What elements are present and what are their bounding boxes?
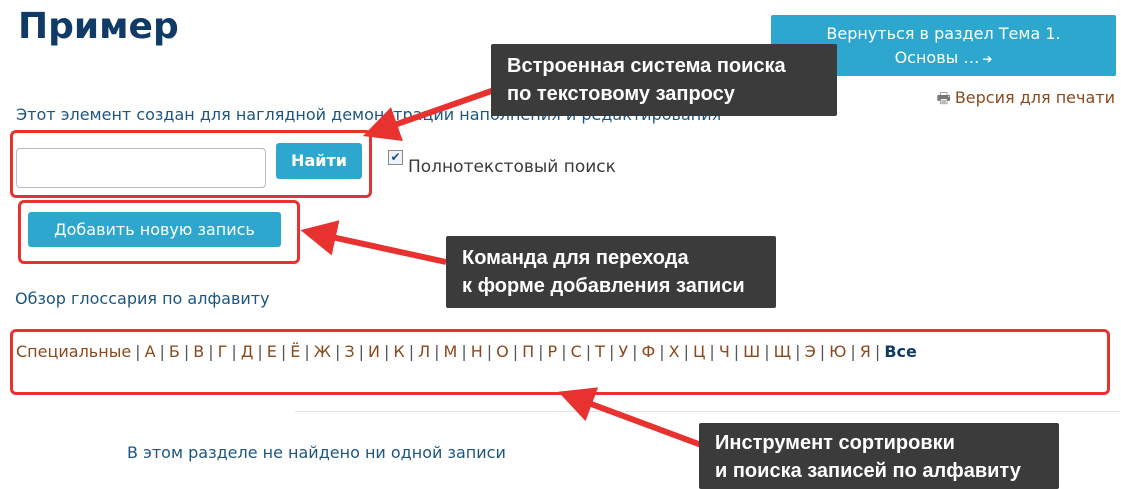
alphabet-separator: | — [208, 342, 214, 361]
alphabet-separator: | — [135, 342, 141, 361]
alphabet-separator: | — [659, 342, 665, 361]
add-entry-button[interactable]: Добавить новую запись — [28, 212, 281, 247]
search-callout-line1: Встроенная система поиска — [507, 55, 786, 77]
alphabet-index: Специальные | А | Б | В | Г | Д | Е | Ё | Ж | З | И | К | Л | М | Н |… — [16, 338, 1106, 366]
alphabet-arrow — [558, 387, 706, 449]
alphabet-callout: Инструмент сортировки и поиска записей п… — [699, 423, 1059, 489]
alphabet-separator: | — [304, 342, 310, 361]
alphabet-separator: | — [850, 342, 856, 361]
alphabet-separator: | — [608, 342, 615, 361]
alphabet-separator: | — [408, 342, 415, 361]
alphabet-separator: | — [538, 342, 544, 361]
alphabet-letter-М[interactable]: М — [444, 342, 458, 361]
alphabet-separator: | — [461, 342, 467, 361]
alphabet-letter-Ф[interactable]: Ф — [641, 342, 655, 361]
alphabet-all[interactable]: Все — [884, 342, 917, 361]
alphabet-letter-Е[interactable]: Е — [267, 342, 277, 361]
printer-icon: 🖶 — [936, 89, 951, 107]
alphabet-letter-З[interactable]: З — [344, 342, 354, 361]
alphabet-separator: | — [159, 342, 165, 361]
alphabet-letter-У[interactable]: У — [618, 342, 628, 361]
alphabet-letter-В[interactable]: В — [193, 342, 204, 361]
alphabet-separator: | — [334, 342, 341, 361]
alphabet-separator: | — [512, 342, 519, 361]
alphabet-letter-Ё[interactable]: Ё — [290, 342, 300, 361]
alphabet-callout-line1: Инструмент сортировки — [715, 432, 955, 454]
alphabet-separator: | — [257, 342, 263, 361]
alphabet-separator: | — [183, 342, 190, 361]
alphabet-separator: | — [709, 342, 715, 361]
empty-message: В этом разделе не найдено ни одной запис… — [127, 443, 506, 462]
alphabet-letter-Г[interactable]: Г — [218, 342, 228, 361]
add-entry-callout: Команда для перехода к форме добавления … — [446, 236, 776, 308]
glossary-browse-heading: Обзор глоссария по алфавиту — [15, 289, 270, 308]
alphabet-letter-Ю[interactable]: Ю — [829, 342, 846, 361]
alphabet-separator: | — [561, 342, 567, 361]
alphabet-separator: | — [632, 342, 638, 361]
alphabet-letter-Х[interactable]: Х — [669, 342, 680, 361]
fulltext-label: Полнотекстовый поиск — [408, 157, 616, 177]
alphabet-letter-Т[interactable]: Т — [595, 342, 605, 361]
alphabet-letter-Б[interactable]: Б — [169, 342, 180, 361]
alphabet-letter-О[interactable]: О — [496, 342, 509, 361]
alphabet-letter-П[interactable]: П — [522, 342, 534, 361]
alphabet-letter-special[interactable]: Специальные — [16, 342, 131, 361]
alphabet-separator: | — [874, 342, 881, 361]
sign-in-icon: ➔ — [982, 52, 993, 66]
alphabet-letter-Д[interactable]: Д — [241, 342, 254, 361]
alphabet-letter-Я[interactable]: Я — [860, 342, 871, 361]
alphabet-separator: | — [764, 342, 770, 361]
fulltext-checkbox[interactable]: ✔ — [388, 150, 403, 165]
alphabet-letter-К[interactable]: К — [393, 342, 404, 361]
alphabet-separator: | — [683, 342, 689, 361]
search-button[interactable]: Найти — [276, 143, 362, 179]
search-input[interactable] — [16, 148, 266, 188]
search-callout: Встроенная система поиска по текстовому … — [491, 44, 837, 116]
back-button-label-line1: Вернуться в раздел Тема 1. — [826, 24, 1061, 43]
alphabet-letter-Э[interactable]: Э — [805, 342, 816, 361]
alphabet-letter-Щ[interactable]: Щ — [774, 342, 792, 361]
alphabet-letter-Л[interactable]: Л — [418, 342, 430, 361]
alphabet-letter-Н[interactable]: Н — [471, 342, 483, 361]
alphabet-separator: | — [383, 342, 390, 361]
add-callout-line1: Команда для перехода — [462, 247, 689, 269]
alphabet-letter-Ж[interactable]: Ж — [314, 342, 331, 361]
alphabet-separator: | — [733, 342, 740, 361]
alphabet-separator: | — [280, 342, 287, 361]
alphabet-letter-Р[interactable]: Р — [548, 342, 558, 361]
alphabet-separator: | — [585, 342, 592, 361]
divider — [295, 411, 1120, 412]
alphabet-letter-И[interactable]: И — [368, 342, 380, 361]
alphabet-letter-Ш[interactable]: Ш — [743, 342, 760, 361]
alphabet-separator: | — [358, 342, 364, 361]
back-button-label-line2: Основы … — [894, 48, 980, 67]
alphabet-separator: | — [819, 342, 826, 361]
page-title: Пример — [18, 6, 179, 47]
add-callout-line2: к форме добавления записи — [462, 275, 745, 297]
alphabet-separator: | — [434, 342, 440, 361]
print-version-link[interactable]: 🖶 Версия для печати — [937, 88, 1115, 113]
alphabet-separator: | — [795, 342, 801, 361]
search-callout-line2: по текстовому запросу — [507, 83, 735, 105]
add-entry-arrow — [300, 220, 447, 265]
alphabet-letter-С[interactable]: С — [571, 342, 582, 361]
alphabet-separator: | — [231, 342, 237, 361]
print-link-label: Версия для печати — [954, 88, 1115, 107]
alphabet-letter-Ц[interactable]: Ц — [693, 342, 705, 361]
alphabet-letter-Ч[interactable]: Ч — [719, 342, 730, 361]
alphabet-separator: | — [486, 342, 493, 361]
alphabet-callout-line2: и поиска записей по алфавиту — [715, 460, 1021, 482]
alphabet-letter-А[interactable]: А — [145, 342, 156, 361]
